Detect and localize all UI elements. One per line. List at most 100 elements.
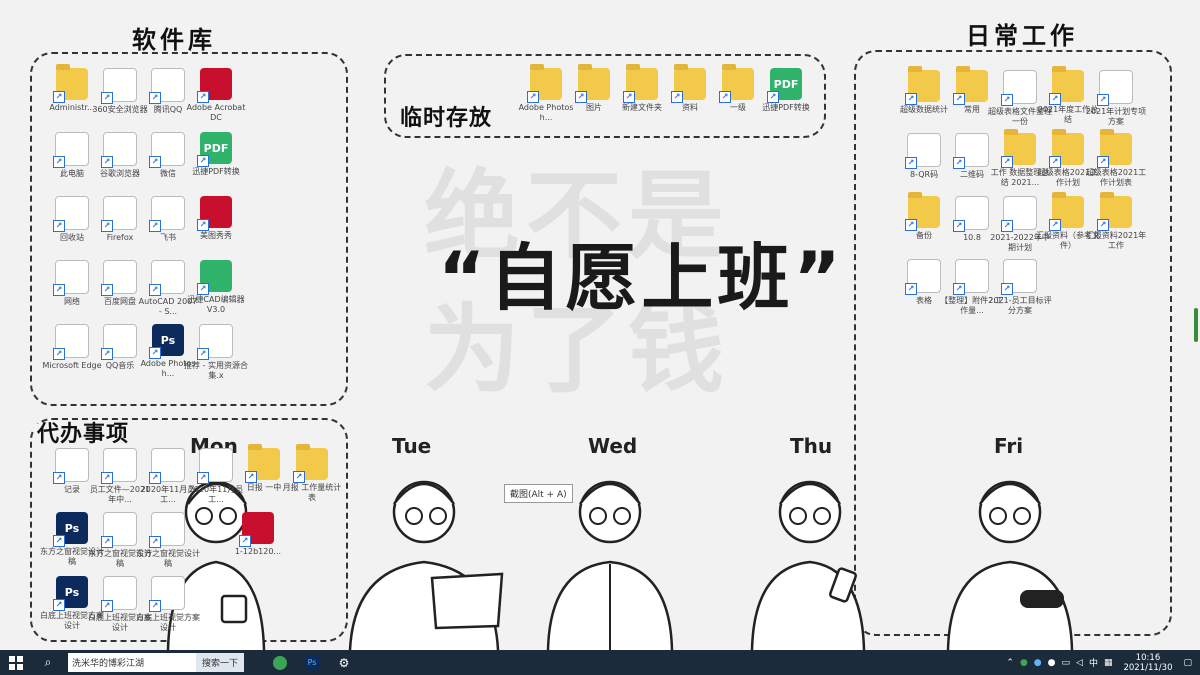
psd-icon: Ps ↗ (53, 576, 88, 611)
shortcut-arrow-icon: ↗ (101, 284, 113, 296)
desktop-icon-label: 迅捷CAD编辑器 V3.0 (187, 295, 245, 314)
desktop-icon-label: 超级表格2021工作计划表 (1085, 168, 1147, 187)
shortcut-arrow-icon: ↗ (149, 284, 161, 296)
ime-indicator[interactable]: 中 (1089, 656, 1098, 669)
word-icon: W ↗ (101, 448, 137, 484)
desktop-icon[interactable]: ↗ 美图秀秀 (184, 196, 248, 241)
todo-zone-title: 代办事项 (34, 424, 133, 446)
character-fri (946, 480, 1074, 650)
folder-icon: ↗ (1001, 129, 1036, 168)
folder-icon: ↗ (623, 64, 658, 103)
desktop-icon[interactable]: ↗ 月报 工作量统计表 (280, 444, 344, 503)
chevron-up-icon[interactable]: ⌃ (1006, 658, 1014, 668)
folder-icon: ↗ (293, 444, 328, 483)
computer-icon: ↗ (53, 132, 89, 168)
shortcut-arrow-icon: ↗ (1001, 156, 1013, 168)
qq-music-icon: ↗ (101, 324, 137, 360)
desktop-icon-label: 白底上班视觉方案设计 (136, 613, 200, 632)
desktop-icon[interactable]: PDF ↗ 迅捷PDF转换 (184, 132, 248, 177)
gear-icon: ⚙ (338, 655, 350, 670)
shortcut-arrow-icon: ↗ (767, 91, 779, 103)
desktop-icon[interactable]: ↗ 东方之窗视觉设计稿 (136, 512, 200, 569)
desktop-icon[interactable]: W ↗ 2021-员工目标评分方案 (988, 259, 1052, 316)
shortcut-arrow-icon: ↗ (53, 220, 65, 232)
shortcut-arrow-icon: ↗ (101, 348, 113, 360)
search-input[interactable]: 洗米华的博彩江湖 (68, 653, 196, 672)
clock[interactable]: 10:16 2021/11/30 (1123, 653, 1172, 673)
system-tray: ⌃ ● ● ● ▭ ◁ 中 ▦ 10:16 2021/11/30 ▢ (1003, 650, 1200, 675)
day-label-wed: Wed (588, 434, 638, 458)
shortcut-arrow-icon: ↗ (1001, 283, 1013, 295)
desktop-icon[interactable]: ↗ 汇报资料2021年工作 (1084, 192, 1148, 251)
shortcut-arrow-icon: ↗ (149, 536, 161, 548)
photoshop-icon: Ps (305, 655, 320, 670)
folder-icon: ↗ (1097, 192, 1132, 231)
daily-zone-title: 日常工作 (966, 22, 1078, 50)
sheet-icon: S ↗ (1097, 70, 1133, 106)
scrollbar-handle[interactable] (1194, 308, 1198, 342)
word-icon: W ↗ (1001, 196, 1037, 232)
desktop-icon[interactable]: ↗ 白底上班视觉方案设计 (136, 576, 200, 633)
search-button[interactable]: 搜索一下 (196, 653, 245, 672)
sheet-icon: S ↗ (1001, 70, 1037, 106)
pdf-icon: PDF ↗ (197, 132, 232, 167)
shortcut-arrow-icon: ↗ (671, 91, 683, 103)
desktop-icon-label: Adobe Acrobat DC (186, 103, 246, 122)
sheet-icon: S ↗ (53, 448, 89, 484)
psd-icon: Ps ↗ (53, 512, 88, 547)
image-icon: ↗ (149, 576, 185, 612)
folder-icon: ↗ (953, 66, 988, 105)
wallpaper-slogan: “自愿上班” (438, 236, 845, 320)
sheet-icon: S ↗ (953, 196, 989, 232)
taskbar-app-browser[interactable] (264, 650, 296, 675)
volume-icon[interactable]: ◁ (1076, 658, 1083, 668)
shortcut-arrow-icon: ↗ (149, 347, 161, 359)
desktop-icon-label: 月报 工作量统计表 (282, 483, 342, 502)
image-icon: ↗ (239, 512, 274, 547)
folder-icon: ↗ (1049, 192, 1084, 231)
day-label-thu: Thu (790, 434, 833, 458)
shortcut-arrow-icon: ↗ (53, 535, 65, 547)
shortcut-arrow-icon: ↗ (197, 472, 209, 484)
notification-icon[interactable]: ▢ (1183, 658, 1192, 668)
taskbar-app-settings[interactable]: ⚙ (328, 650, 360, 675)
word-icon: W ↗ (1001, 259, 1037, 295)
word-icon: W ↗ (149, 448, 185, 484)
network-icon[interactable]: ▭ (1062, 658, 1071, 668)
clock-date: 2021/11/30 (1123, 662, 1173, 673)
keyboard-icon[interactable]: ▦ (1104, 658, 1113, 668)
shortcut-arrow-icon: ↗ (197, 348, 209, 360)
folder-icon: ↗ (1097, 129, 1132, 168)
search-input-text: 洗米华的博彩江湖 (72, 659, 145, 669)
windows-logo-icon (9, 655, 23, 670)
desktop-icon-label: 1-12b120... (234, 547, 282, 556)
start-button[interactable] (0, 650, 32, 675)
character-thu (750, 480, 866, 650)
shortcut-arrow-icon: ↗ (905, 283, 917, 295)
shortcut-arrow-icon: ↗ (953, 157, 965, 169)
folder-icon: ↗ (1049, 66, 1084, 105)
tray-app-icon[interactable]: ● (1048, 658, 1056, 668)
desktop-icon[interactable]: ↗ 1-12b120... (226, 512, 290, 557)
tray-app-icon[interactable]: ● (1034, 658, 1042, 668)
shortcut-arrow-icon: ↗ (197, 219, 209, 231)
desktop-icon[interactable]: ↗ Adobe Acrobat DC (184, 68, 248, 123)
desktop-icon[interactable]: S ↗ 2021年计划专项方案 (1084, 70, 1148, 127)
shortcut-arrow-icon: ↗ (953, 93, 965, 105)
desktop-icon-label: 东方之窗视觉设计稿 (136, 549, 200, 568)
shortcut-arrow-icon: ↗ (53, 599, 65, 611)
desktop-icon[interactable]: PDF ↗ 迅捷PDF转换 (754, 68, 818, 113)
taskbar-app-photoshop[interactable]: Ps (296, 650, 328, 675)
desktop-icon-label: 2021年计划专项方案 (1085, 107, 1147, 126)
desktop-icon[interactable]: S ↗ 推荐 - 实用资源合集.x (184, 324, 248, 381)
desktop-icon[interactable]: ↗ 迅捷CAD编辑器 V3.0 (184, 260, 248, 315)
desktop-icon[interactable]: ↗ 超级表格2021工作计划表 (1084, 129, 1148, 188)
search-icon[interactable]: ⌕ (32, 650, 64, 675)
shortcut-arrow-icon: ↗ (53, 91, 65, 103)
day-label-tue: Tue (392, 434, 432, 458)
shortcut-arrow-icon: ↗ (197, 155, 209, 167)
character-tue (348, 480, 504, 650)
tray-app-icon[interactable]: ● (1020, 658, 1028, 668)
day-label-fri: Fri (994, 434, 1024, 458)
sheet-icon: S ↗ (905, 259, 941, 295)
